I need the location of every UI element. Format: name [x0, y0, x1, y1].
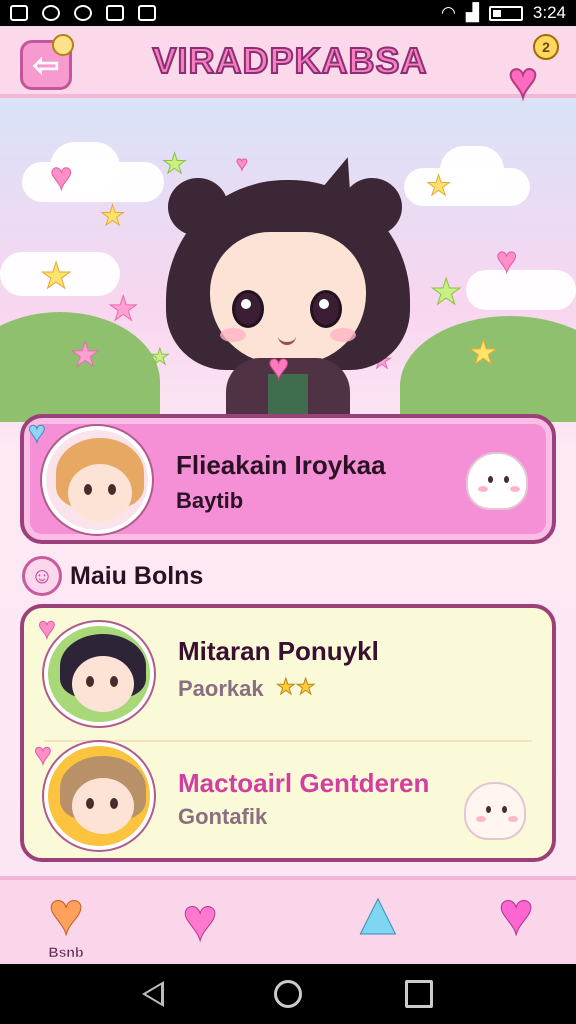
heart-icon: ♥	[498, 880, 535, 947]
star-decoration-icon: ★	[429, 271, 463, 312]
list-item[interactable]: ♥ Mactoairl Gentderen Gontafik	[24, 738, 552, 860]
app-title: VIRADPKABSA	[151, 39, 428, 82]
nav-item-home[interactable]: ♥ Bsnb	[26, 880, 106, 960]
system-home-icon[interactable]	[274, 980, 302, 1008]
status-indicators: ◠ ▟ 3:24	[441, 3, 566, 23]
wifi-icon: ◠	[440, 3, 456, 22]
top-bar: ⇦ VIRADPKABSA ♥ 2	[0, 26, 576, 106]
star-decoration-icon: ★	[99, 200, 126, 231]
pet-mascot-icon	[466, 452, 528, 510]
notification-icon	[10, 5, 28, 21]
status-bar: ◠ ▟ 3:24	[0, 0, 576, 26]
rating-stars: ★★	[275, 674, 316, 700]
heart-decoration-icon: ♥	[50, 156, 74, 198]
favorites-button[interactable]: ♥	[500, 54, 546, 106]
battery-icon	[488, 5, 523, 21]
star-decoration-icon: ★	[39, 255, 73, 296]
nav-item-center[interactable]: ▲	[336, 880, 420, 947]
favorites-count-badge: 2	[533, 34, 559, 60]
profile-card[interactable]: ♥ Flieakain Iroykaa Baytib	[20, 414, 556, 544]
app-screen: ⇦ VIRADPKABSA ♥ 2 ♥ ★ ★ ★ ★ ★ ★ ♥ ★ ♥ ★ …	[0, 26, 576, 964]
heart-icon: ♥	[182, 886, 219, 953]
profile-subtitle: Baytib	[176, 488, 244, 513]
list-item-avatar	[44, 622, 154, 726]
slime-icon: ▲	[348, 880, 408, 947]
status-time: 3:24	[532, 3, 566, 22]
smile-icon: ☺	[22, 556, 62, 596]
star-decoration-icon: ★	[69, 336, 101, 374]
list-item-subtitle: Paorkak	[178, 676, 264, 701]
notification-icon	[74, 5, 92, 21]
heart-icon: ♥	[34, 738, 53, 771]
system-back-icon[interactable]	[142, 981, 164, 1007]
pet-mascot-icon	[464, 782, 526, 840]
notification-icon	[138, 5, 156, 21]
heart-icon: ♥	[28, 416, 47, 449]
bottom-nav: ♥ Bsnb ♥ ▲ ♥	[0, 876, 576, 964]
notification-icon	[106, 5, 124, 21]
profile-name: Flieakain Iroykaa	[176, 450, 386, 480]
list-item-title: Mitaran Ponuykl	[178, 636, 379, 666]
star-decoration-icon: ★	[425, 170, 452, 201]
notification-icons	[10, 5, 156, 21]
main-character-illustration: ♥	[158, 150, 418, 422]
system-nav-bar	[0, 964, 576, 1024]
nav-item-messages[interactable]: ♥	[476, 880, 556, 947]
star-decoration-icon: ★	[467, 334, 499, 372]
nav-item-favorites[interactable]: ♥	[160, 886, 240, 953]
heart-icon: ♥	[38, 612, 57, 645]
hero-illustration: ♥ ★ ★ ★ ★ ★ ★ ♥ ★ ♥ ★ ★ ★ ♥	[0, 102, 576, 422]
heart-icon: ♥	[267, 346, 290, 388]
cloud-decoration	[466, 270, 576, 310]
friends-list-card: ♥ Mitaran Ponuykl Paorkak ★★ ♥ Mactoairl…	[20, 604, 556, 862]
nav-item-label: Bsnb	[48, 944, 84, 960]
list-item[interactable]: ♥ Mitaran Ponuykl Paorkak ★★	[24, 608, 552, 738]
star-decoration-icon: ★	[107, 290, 139, 328]
system-recents-icon[interactable]	[405, 980, 433, 1008]
heart-face-icon: ♥	[48, 880, 85, 947]
section-title: Maiu Bolns	[70, 561, 204, 590]
list-item-title: Mactoairl Gentderen	[178, 768, 430, 798]
list-item-subtitle: Gontafik	[178, 804, 268, 829]
notification-icon	[42, 5, 60, 21]
list-item-avatar	[44, 742, 154, 850]
profile-avatar	[42, 426, 152, 534]
back-badge	[52, 34, 74, 56]
heart-icon: ♥	[507, 52, 539, 108]
heart-decoration-icon: ♥	[495, 239, 518, 280]
signal-icon: ▟	[465, 3, 479, 22]
section-header: ☺ Maiu Bolns	[22, 556, 203, 596]
